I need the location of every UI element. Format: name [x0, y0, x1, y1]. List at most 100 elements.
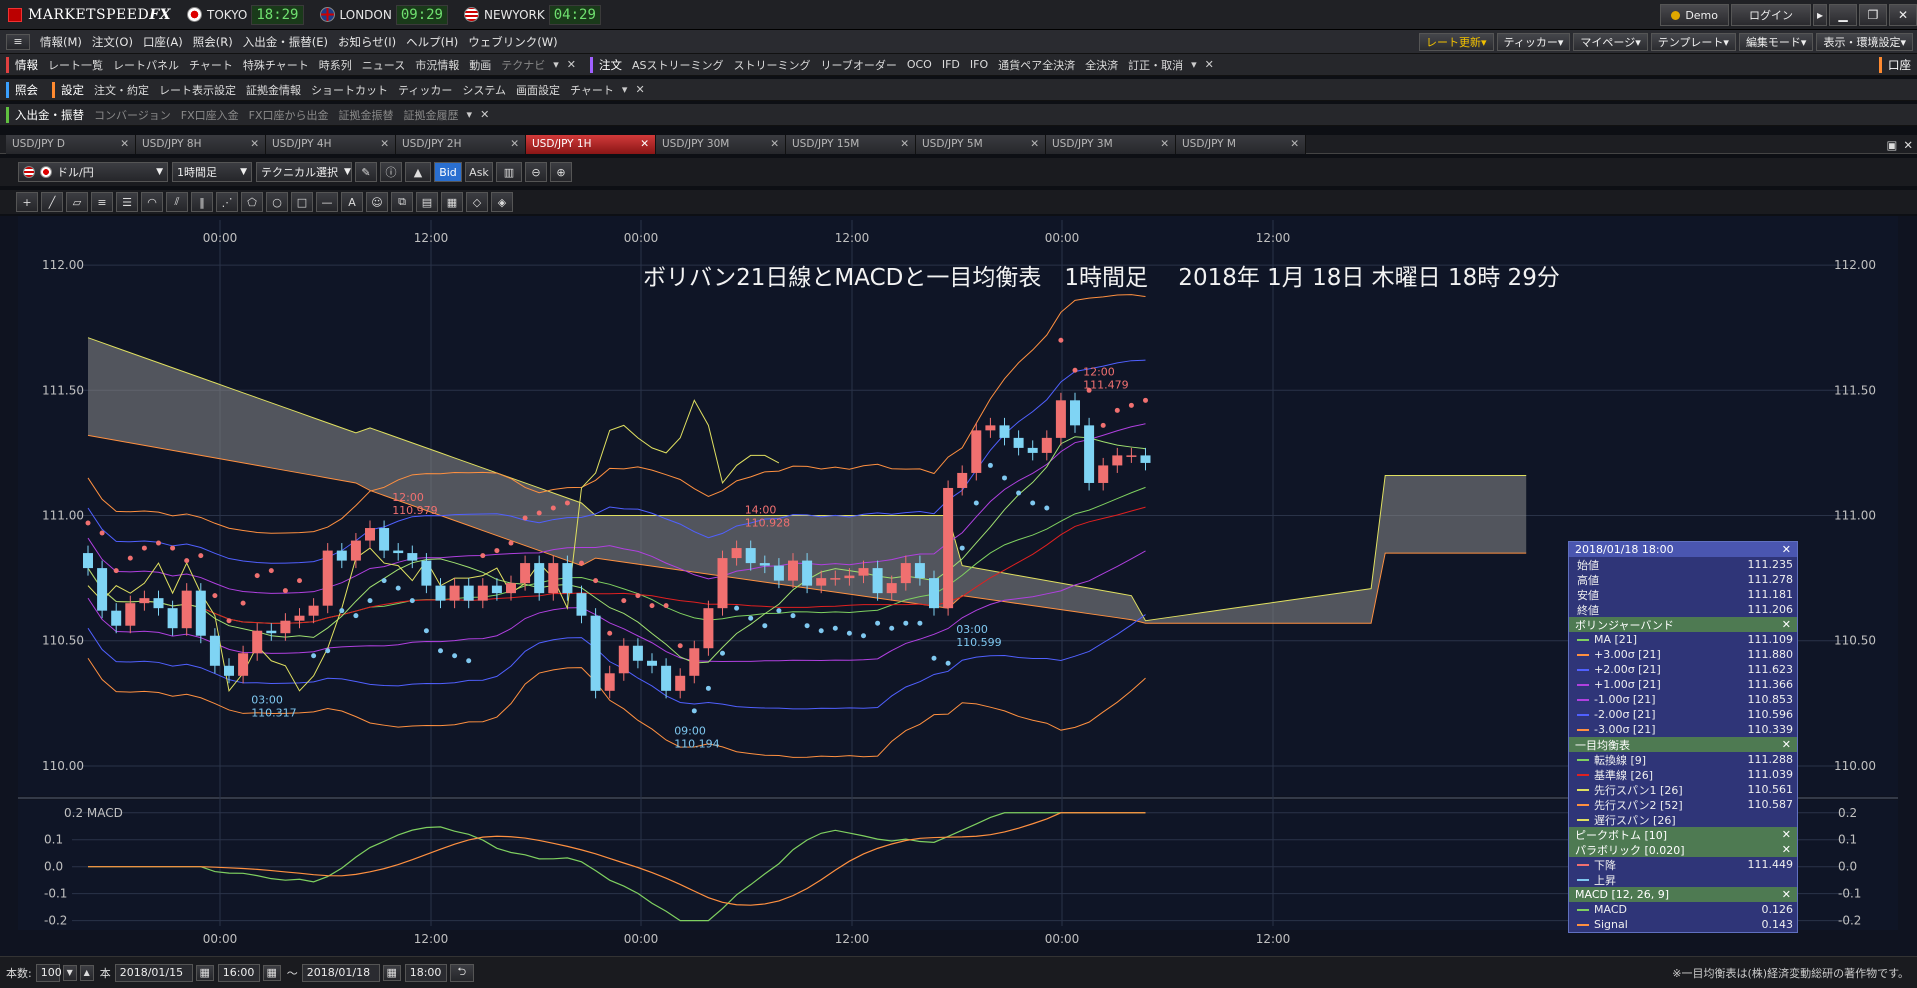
menu-info[interactable]: 情報(M): [40, 34, 82, 50]
eraser-all-icon[interactable]: ◈: [491, 192, 513, 212]
close-icon[interactable]: ✕: [1160, 138, 1169, 150]
horizontal-lines-icon[interactable]: ≡: [91, 192, 113, 212]
technical-select[interactable]: テクニカル選択 ▼: [256, 162, 352, 182]
ruler-icon[interactable]: ▱: [66, 192, 88, 212]
calendar-icon[interactable]: ▦: [382, 964, 401, 981]
zoom-out-icon[interactable]: ⊖: [525, 162, 547, 182]
count-select[interactable]: 100: [35, 963, 62, 982]
rectangle-icon[interactable]: □: [291, 192, 313, 212]
close-icon[interactable]: ✕: [1889, 4, 1917, 26]
strip-item-order-exec[interactable]: 注文・約定: [94, 82, 149, 98]
edit-mode-button[interactable]: 編集モード▾: [1738, 33, 1814, 51]
menu-toggle-icon[interactable]: ≡: [6, 33, 30, 50]
close-icon[interactable]: ✕: [1782, 888, 1791, 901]
close-icon[interactable]: ✕: [1782, 843, 1791, 856]
strip-item-ifo[interactable]: IFO: [970, 58, 988, 71]
close-icon[interactable]: ✕: [480, 108, 489, 121]
close-icon[interactable]: ✕: [640, 138, 649, 150]
strip-item-ifd[interactable]: IFD: [942, 58, 960, 71]
calendar-icon[interactable]: ▦: [195, 964, 214, 981]
from-date-field[interactable]: 2018/01/15: [114, 963, 193, 982]
to-time-field[interactable]: 18:00: [404, 963, 447, 982]
strip-item-margin-info[interactable]: 証拠金情報: [246, 82, 301, 98]
close-icon[interactable]: ✕: [380, 138, 389, 150]
ask-button[interactable]: Ask: [465, 162, 493, 182]
from-time-field[interactable]: 16:00: [217, 963, 260, 982]
gann-fan-icon[interactable]: ⋰: [216, 192, 238, 212]
tab-8[interactable]: USD/JPY 3M ✕: [1046, 134, 1176, 154]
close-icon[interactable]: ✕: [1205, 58, 1214, 71]
trendline-icon[interactable]: ╱: [41, 192, 63, 212]
menu-account[interactable]: 口座(A): [143, 34, 183, 50]
candle-style-icon[interactable]: ▥: [496, 162, 522, 182]
menu-query[interactable]: 照会(R): [193, 34, 233, 50]
tab-5[interactable]: USD/JPY 30M ✕: [656, 134, 786, 154]
strip-item-ticker[interactable]: ティッカー: [398, 82, 452, 98]
chevron-up-icon[interactable]: ▲: [79, 964, 94, 981]
delete-icon[interactable]: ▦: [441, 192, 463, 212]
close-icon[interactable]: ✕: [510, 138, 519, 150]
minimize-icon[interactable]: ▁: [1829, 4, 1857, 26]
dropdown-arrow-icon[interactable]: ▾: [622, 83, 628, 96]
strip-item-margin-transfer[interactable]: 証拠金振替: [339, 107, 394, 123]
menu-help[interactable]: ヘルプ(H): [406, 34, 458, 50]
strip-item-screen[interactable]: 画面設定: [516, 82, 560, 98]
strip-item-fx-deposit[interactable]: FX口座入金: [181, 107, 239, 123]
copy-icon[interactable]: ⧉: [391, 192, 413, 212]
stamp-icon[interactable]: ☺: [366, 192, 388, 212]
close-icon[interactable]: ✕: [1782, 618, 1791, 631]
strip-item-pair-settle[interactable]: 通貨ペア全決済: [998, 57, 1075, 73]
menu-weblink[interactable]: ウェブリンク(W): [468, 34, 557, 50]
close-icon[interactable]: ✕: [567, 58, 576, 71]
restore-icon[interactable]: ❐: [1859, 4, 1887, 26]
mypage-button[interactable]: マイページ▾: [1573, 33, 1648, 51]
tab-3[interactable]: USD/JPY 2H ✕: [396, 134, 526, 154]
tab-2[interactable]: USD/JPY 4H ✕: [266, 134, 396, 154]
section-account[interactable]: 口座: [1879, 56, 1911, 73]
strip-item-system[interactable]: システム: [462, 82, 506, 98]
strip-item-rate-panel[interactable]: レートパネル: [113, 57, 179, 73]
strip-item-chart[interactable]: チャート: [189, 57, 233, 73]
tab-1[interactable]: USD/JPY 8H ✕: [136, 134, 266, 154]
close-icon[interactable]: ✕: [250, 138, 259, 150]
zoom-in-icon[interactable]: ⊕: [550, 162, 572, 182]
vertical-lines-icon[interactable]: ‖: [191, 192, 213, 212]
menu-notice[interactable]: お知らせ(I): [338, 34, 396, 50]
dropdown-arrow-icon[interactable]: ▾: [1191, 58, 1197, 71]
tab-0[interactable]: USD/JPY D ✕: [6, 134, 136, 154]
close-icon[interactable]: ✕: [1903, 138, 1913, 152]
currency-pair-select[interactable]: ドル/円 ▼: [18, 162, 168, 182]
close-icon[interactable]: ✕: [770, 138, 779, 150]
text-icon[interactable]: A: [341, 192, 363, 212]
display-settings-button[interactable]: 表示・環境設定▾: [1816, 33, 1913, 51]
login-button[interactable]: ログイン: [1731, 4, 1811, 26]
strip-item-streaming[interactable]: ストリーミング: [734, 57, 811, 73]
paste-icon[interactable]: ▤: [416, 192, 438, 212]
strip-item-conversion[interactable]: コンバージョン: [94, 107, 171, 123]
strip-item-rate-display[interactable]: レート表示設定: [159, 82, 236, 98]
strip-item-special-chart[interactable]: 特殊チャート: [243, 57, 309, 73]
strip-item-modify-cancel[interactable]: 訂正・取消: [1128, 57, 1183, 73]
calendar-icon[interactable]: ▦: [262, 964, 281, 981]
eraser-icon[interactable]: ◇: [466, 192, 488, 212]
strip-item-margin-history[interactable]: 証拠金履歴: [404, 107, 459, 123]
menu-order[interactable]: 注文(O): [92, 34, 133, 50]
chevron-down-icon[interactable]: ▼: [62, 964, 77, 981]
close-icon[interactable]: ✕: [1290, 138, 1299, 150]
close-icon[interactable]: ✕: [1782, 543, 1791, 556]
info-icon[interactable]: ⓘ: [380, 162, 402, 182]
channel-icon[interactable]: ⫽: [166, 192, 188, 212]
tab-6[interactable]: USD/JPY 15M ✕: [786, 134, 916, 154]
interval-select[interactable]: 1時間足 ▼: [172, 162, 252, 182]
ticker-button[interactable]: ティッカー▾: [1496, 33, 1571, 51]
close-icon[interactable]: ✕: [120, 138, 129, 150]
strip-item-technavi[interactable]: テクナビ: [501, 57, 545, 73]
strip-item-news[interactable]: ニュース: [362, 57, 405, 73]
strip-item-fx-withdraw[interactable]: FX口座から出金: [249, 107, 329, 123]
template-button[interactable]: テンプレート▾: [1650, 33, 1736, 51]
circle-icon[interactable]: ○: [266, 192, 288, 212]
fibonacci-icon[interactable]: ☰: [116, 192, 138, 212]
close-icon[interactable]: ✕: [1030, 138, 1039, 150]
dropdown-arrow-icon[interactable]: ▾: [553, 58, 559, 71]
dropdown-arrow-icon[interactable]: ▾: [467, 108, 473, 121]
